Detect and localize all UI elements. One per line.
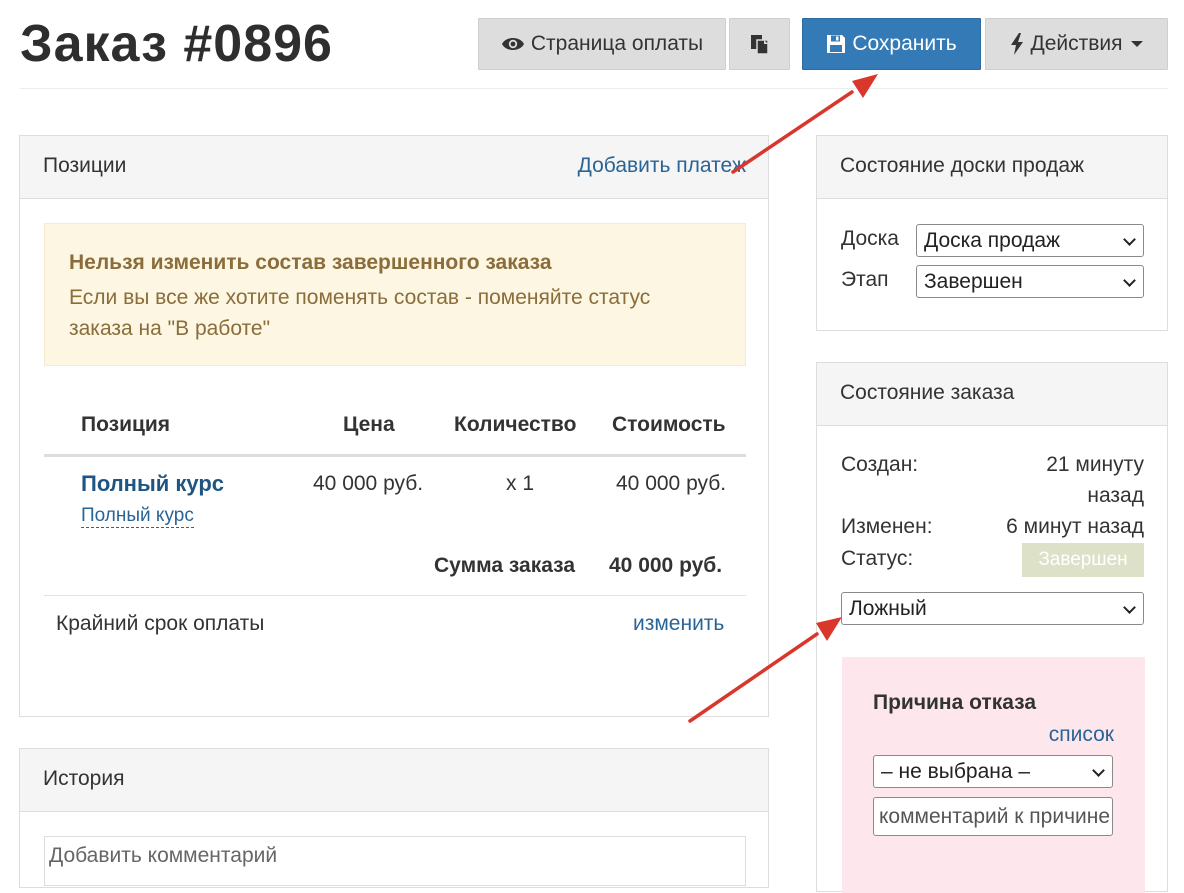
table-header-divider: [44, 454, 746, 457]
warning-text: Если вы все же хотите поменять состав - …: [69, 286, 651, 340]
column-header-price: Цена: [343, 413, 395, 436]
positions-panel-title: Позиции: [43, 154, 127, 177]
stage-select[interactable]: Завершен: [916, 265, 1144, 298]
position-name-link[interactable]: Полный курс: [81, 471, 224, 497]
table-row: Полный курс Полный курс 40 000 руб. х 1 …: [44, 458, 746, 548]
rejection-reason-box: Причина отказа список – не выбрана – ком…: [842, 657, 1145, 893]
order-total-label: Сумма заказа: [434, 554, 576, 577]
history-panel-header: История: [20, 749, 768, 812]
header-divider: [20, 88, 1168, 89]
board-select-value: Доска продаж: [924, 228, 1061, 252]
column-header-position: Позиция: [81, 413, 171, 436]
rejection-comment-input[interactable]: комментарий к причине: [873, 797, 1113, 836]
order-state-panel-header: Состояние заказа: [817, 363, 1167, 426]
stage-select-value: Завершен: [924, 269, 1023, 293]
board-label: Доска: [841, 227, 899, 250]
page-title: Заказ #0896: [20, 15, 333, 73]
add-comment-input[interactable]: Добавить комментарий: [44, 836, 746, 886]
actions-label: Действия: [1030, 32, 1123, 55]
status-label: Статус:: [841, 547, 914, 570]
change-deadline-link[interactable]: изменить: [633, 612, 724, 636]
order-state-panel: Состояние заказа Создан: 21 минуту назад…: [816, 362, 1168, 893]
positions-panel: Позиции Добавить платеж Нельзя изменить …: [19, 135, 769, 717]
rejection-reason-title: Причина отказа: [873, 691, 1037, 714]
payment-page-button[interactable]: Страница оплаты: [478, 18, 726, 70]
created-label: Создан:: [841, 453, 919, 476]
order-total-value: 40 000 руб.: [609, 554, 723, 577]
order-state-panel-title: Состояние заказа: [840, 381, 1015, 404]
board-state-panel: Состояние доски продаж Доска Доска прода…: [816, 135, 1168, 331]
history-panel: История Добавить комментарий: [19, 748, 769, 888]
order-status-select-value: Ложный: [849, 596, 927, 620]
history-panel-title: История: [43, 767, 125, 790]
modified-label: Изменен:: [841, 515, 933, 538]
save-button[interactable]: Сохранить: [802, 18, 981, 70]
positions-panel-header: Позиции Добавить платеж: [20, 136, 768, 199]
copy-icon: [749, 33, 771, 55]
chevron-down-icon: [1092, 764, 1105, 777]
created-value-line1: 21 минуту: [1046, 453, 1144, 476]
copy-button[interactable]: [729, 18, 790, 70]
chevron-down-icon: [1123, 274, 1136, 287]
position-subname-link[interactable]: Полный курс: [81, 505, 194, 528]
modified-value: 6 минут назад: [1006, 515, 1144, 538]
column-header-quantity: Количество: [454, 413, 577, 436]
rejection-reason-select[interactable]: – не выбрана –: [873, 755, 1113, 788]
warning-title: Нельзя изменить состав завершенного зака…: [69, 251, 552, 274]
order-status-select[interactable]: Ложный: [841, 592, 1144, 625]
payment-page-label: Страница оплаты: [530, 32, 704, 55]
chevron-down-icon: [1123, 601, 1136, 614]
position-price: 40 000 руб.: [313, 472, 424, 495]
deadline-divider: [44, 595, 746, 596]
position-cost: 40 000 руб.: [616, 472, 727, 495]
add-payment-link[interactable]: Добавить платеж: [578, 154, 746, 178]
rejection-list-link[interactable]: список: [1049, 723, 1114, 747]
board-select[interactable]: Доска продаж: [916, 224, 1144, 257]
eye-icon: [501, 35, 525, 53]
floppy-disk-icon: [826, 34, 846, 54]
save-label: Сохранить: [852, 32, 957, 55]
payment-deadline-label: Крайний срок оплаты: [56, 612, 265, 635]
stage-label: Этап: [841, 268, 889, 291]
column-header-cost: Стоимость: [612, 413, 726, 436]
warning-alert: Нельзя изменить состав завершенного зака…: [44, 223, 746, 366]
chevron-down-icon: [1123, 233, 1136, 246]
position-quantity: х 1: [506, 472, 535, 495]
rejection-reason-select-value: – не выбрана –: [881, 759, 1031, 783]
created-value-line2: назад: [1087, 484, 1144, 507]
lightning-icon: [1010, 33, 1024, 55]
actions-dropdown-button[interactable]: Действия: [985, 18, 1168, 70]
caret-down-icon: [1130, 41, 1143, 47]
board-state-panel-header: Состояние доски продаж: [817, 136, 1167, 199]
status-badge: Завершен: [1022, 543, 1144, 577]
board-state-panel-title: Состояние доски продаж: [840, 154, 1085, 177]
